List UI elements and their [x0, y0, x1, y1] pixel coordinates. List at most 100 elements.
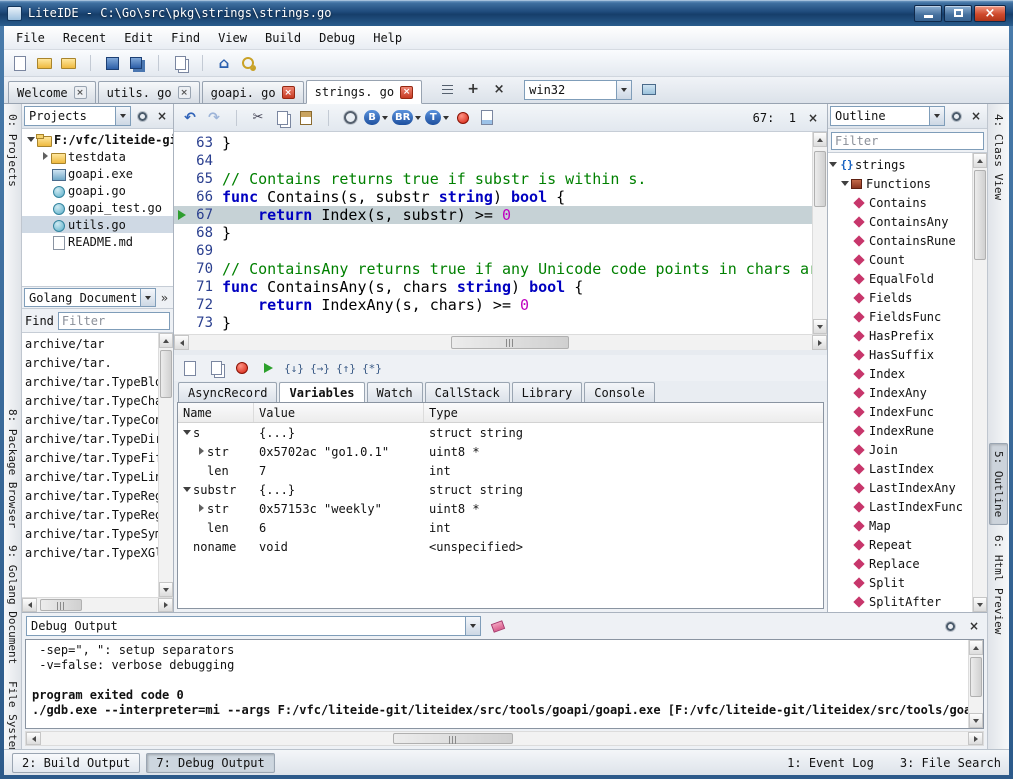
column-header[interactable]: Name — [178, 403, 254, 422]
project-tree-item[interactable]: goapi.go — [22, 182, 173, 199]
project-tree-item[interactable]: goapi.exe — [22, 165, 173, 182]
clear-output-button[interactable] — [487, 615, 509, 637]
scroll-left-button[interactable] — [26, 732, 41, 745]
scrollbar-track[interactable] — [969, 655, 983, 713]
close-editor-button[interactable] — [488, 78, 510, 100]
project-tree[interactable]: F:/vfc/liteide-git testdata — [22, 129, 173, 287]
build-menu-button[interactable]: B — [363, 107, 389, 129]
code-editor[interactable]: 63}6465// Contains returns true if subst… — [174, 132, 827, 334]
debug-tab[interactable]: CallStack — [425, 382, 510, 402]
panel-settings-button[interactable] — [941, 617, 959, 635]
variable-row[interactable]: substr {...} struct string — [178, 480, 823, 499]
scrollbar-thumb[interactable] — [451, 336, 569, 349]
menu-item[interactable]: Recent — [54, 28, 115, 48]
column-header[interactable]: Type — [424, 403, 823, 422]
menu-item[interactable]: Build — [256, 28, 310, 48]
scrollbar-track[interactable] — [813, 147, 827, 319]
debug-tab[interactable]: Console — [584, 382, 655, 402]
dock-tab[interactable]: 5: Outline — [989, 443, 1008, 525]
variable-row[interactable]: len 7 int — [178, 461, 823, 480]
outline-function-item[interactable]: IndexAny — [828, 383, 972, 402]
outline-function-item[interactable]: Replace — [828, 554, 972, 573]
menu-item[interactable]: Debug — [310, 28, 364, 48]
maximize-button[interactable] — [944, 5, 972, 22]
step-out-button[interactable] — [335, 357, 357, 379]
build-config-button[interactable] — [339, 107, 361, 129]
outline-function-item[interactable]: Count — [828, 250, 972, 269]
scroll-up-button[interactable] — [159, 333, 173, 348]
session-button[interactable] — [237, 52, 259, 74]
output-toggle-button[interactable]: 3: File Search — [900, 756, 1001, 770]
debug-tab[interactable]: Library — [512, 382, 583, 402]
export-button[interactable] — [476, 107, 498, 129]
debug-tab[interactable]: Variables — [279, 382, 364, 402]
tree-expander-icon[interactable] — [840, 178, 851, 189]
scrollbar-thumb[interactable] — [974, 170, 986, 260]
document-tab[interactable]: goapi. go × — [202, 81, 304, 103]
output-toggle-button[interactable]: 2: Build Output — [12, 753, 140, 773]
tab-close-button[interactable]: × — [74, 86, 87, 99]
tree-expander-icon[interactable] — [182, 484, 193, 495]
undo-button[interactable] — [179, 107, 201, 129]
scrollbar-thumb[interactable] — [970, 657, 982, 697]
copy-button[interactable] — [271, 107, 293, 129]
redo-button[interactable] — [203, 107, 225, 129]
minimize-button[interactable] — [914, 5, 942, 22]
step-into-button[interactable] — [283, 357, 305, 379]
run-to-line-button[interactable] — [361, 357, 383, 379]
project-tree-item[interactable]: README.md — [22, 233, 173, 250]
dock-tab[interactable]: 8: Package Browser — [4, 402, 21, 535]
project-tree-item[interactable]: utils.go — [22, 216, 173, 233]
vertical-scrollbar[interactable] — [972, 153, 987, 612]
outline-group-item[interactable]: Functions — [828, 174, 972, 193]
code-lines[interactable]: 63}6465// Contains returns true if subst… — [174, 132, 812, 334]
scrollbar-thumb[interactable] — [40, 599, 82, 611]
combo-dropdown-button[interactable] — [115, 107, 130, 125]
menu-item[interactable]: View — [209, 28, 256, 48]
vertical-scrollbar[interactable] — [812, 132, 827, 334]
tree-expander-icon[interactable] — [196, 503, 207, 514]
target-select[interactable]: win32 — [524, 80, 632, 100]
outline-view-select[interactable]: Outline — [830, 106, 945, 126]
output-toggle-button[interactable]: 7: Debug Output — [146, 753, 274, 773]
outline-function-item[interactable]: SplitAfter — [828, 592, 972, 611]
tab-close-button[interactable]: × — [178, 86, 191, 99]
outline-function-item[interactable]: ContainsAny — [828, 212, 972, 231]
document-tab[interactable]: utils. go × — [98, 81, 200, 103]
new-file-button[interactable] — [9, 52, 31, 74]
horizontal-scrollbar[interactable] — [22, 597, 173, 612]
document-view-select[interactable]: Golang Document — [24, 288, 156, 307]
debug-tab[interactable]: Watch — [367, 382, 423, 402]
output-view-select[interactable]: Debug Output — [26, 616, 481, 636]
projects-view-select[interactable]: Projects — [24, 106, 131, 126]
scroll-up-button[interactable] — [969, 640, 983, 655]
doc-list-item[interactable]: archive/tar.TypeDir — [22, 429, 158, 448]
tree-expander-icon[interactable] — [182, 427, 193, 438]
scroll-left-button[interactable] — [174, 335, 189, 350]
scrollbar-track[interactable] — [159, 348, 173, 582]
combo-dropdown-button[interactable] — [465, 617, 480, 635]
column-header[interactable]: Value — [254, 403, 424, 422]
doc-filter-input[interactable] — [58, 312, 170, 330]
doc-list-item[interactable]: archive/tar.TypeRegA — [22, 505, 158, 524]
scroll-left-button[interactable] — [22, 598, 37, 612]
doc-list-item[interactable]: archive/tar.TypeReg — [22, 486, 158, 505]
doc-list-item[interactable]: archive/tar.TypeFifo — [22, 448, 158, 467]
doc-list-item[interactable]: archive/tar.TypeChar — [22, 391, 158, 410]
editor-close-button[interactable]: × — [804, 109, 822, 127]
horizontal-scrollbar[interactable] — [174, 334, 827, 350]
outline-root-item[interactable]: {} strings — [828, 155, 972, 174]
home-button[interactable] — [213, 52, 235, 74]
output-toggle-button[interactable]: 1: Event Log — [787, 756, 874, 770]
stop-debug-button[interactable] — [231, 357, 253, 379]
outline-function-item[interactable]: Contains — [828, 193, 972, 212]
scrollbar-track[interactable] — [189, 335, 812, 350]
edit-breakpoints-button[interactable] — [205, 357, 227, 379]
browser-button[interactable] — [638, 78, 660, 100]
tree-expander-icon[interactable] — [40, 185, 51, 196]
combo-dropdown-button[interactable] — [140, 289, 155, 306]
project-tree-item[interactable]: F:/vfc/liteide-git — [22, 131, 173, 148]
tree-expander-icon[interactable] — [196, 446, 207, 457]
scroll-down-button[interactable] — [969, 713, 983, 728]
panel-close-button[interactable]: × — [967, 107, 985, 125]
